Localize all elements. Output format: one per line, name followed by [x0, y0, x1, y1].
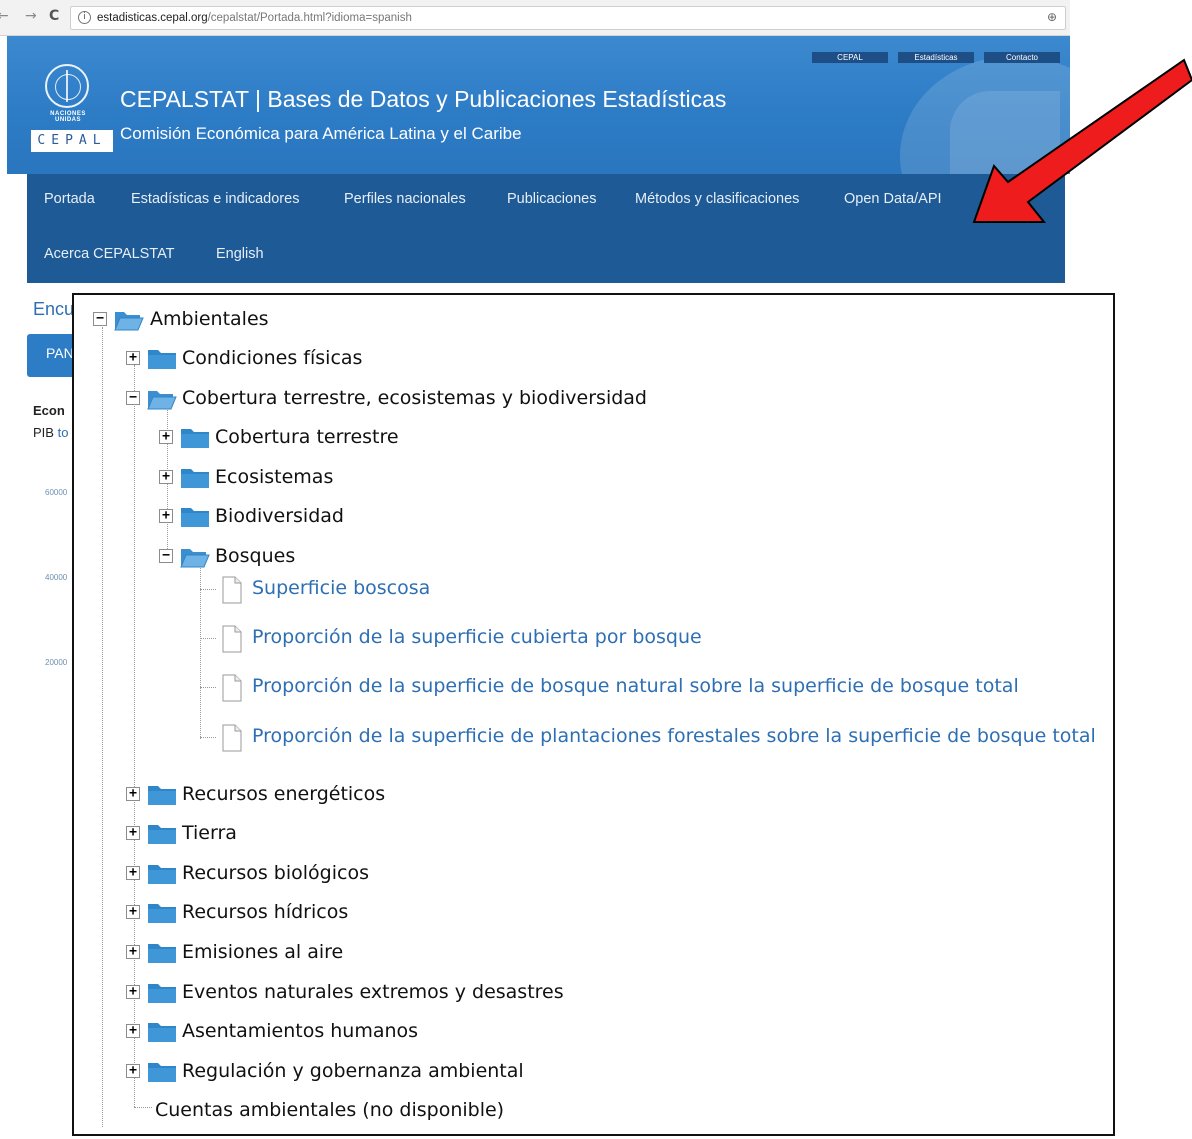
tree-label: Recursos energéticos: [182, 783, 386, 805]
section-heading-fragment: Econ: [33, 403, 65, 418]
axis-tick-label: 60000: [45, 488, 68, 497]
tree-label: Asentamientos humanos: [182, 1020, 419, 1042]
folder-icon: [148, 1063, 176, 1082]
tree-label: Cobertura terrestre, ecosistemas y biodi…: [182, 387, 647, 409]
nav-item-english[interactable]: English: [216, 246, 264, 262]
address-bar[interactable]: i estadisticas.cepal.org/cepalstat/Porta…: [70, 6, 1066, 30]
site-header: CEPAL Estadísticas Contacto NACIONES UNI…: [7, 36, 1070, 174]
url-path: /cepalstat/Portada.html?idioma=spanish: [207, 12, 412, 24]
folder-open-icon: [114, 312, 144, 331]
expand-icon[interactable]: +: [126, 905, 140, 919]
expand-icon[interactable]: +: [126, 351, 140, 365]
nav-item-perfiles[interactable]: Perfiles nacionales: [344, 191, 466, 207]
expand-icon[interactable]: +: [159, 509, 173, 523]
expand-icon[interactable]: +: [126, 1024, 140, 1038]
folder-icon: [181, 508, 209, 527]
expand-icon[interactable]: +: [126, 1064, 140, 1078]
folder-icon: [148, 825, 176, 844]
axis-tick-label: 40000: [45, 573, 68, 582]
category-tree-panel: − Ambientales + Condiciones físicas − Co…: [72, 293, 1115, 1136]
expand-icon[interactable]: +: [159, 470, 173, 484]
document-icon: [222, 625, 242, 653]
indicator-link[interactable]: Proporción de la superficie cubierta por…: [252, 626, 702, 648]
tree-leaf-superficie-boscosa[interactable]: Superficie boscosa: [74, 574, 1104, 604]
nav-item-portada[interactable]: Portada: [44, 191, 95, 207]
browser-toolbar: ← → C i estadisticas.cepal.org/cepalstat…: [0, 0, 1070, 36]
un-emblem-icon: [45, 64, 89, 108]
pib-link[interactable]: to: [58, 425, 69, 440]
tree-label: Eventos naturales extremos y desastres: [182, 981, 564, 1003]
indicator-link[interactable]: Proporción de la superficie de bosque na…: [252, 675, 1019, 697]
tree-leaf-proporcion-cubierta[interactable]: Proporción de la superficie cubierta por…: [74, 623, 1104, 653]
expand-icon[interactable]: +: [126, 945, 140, 959]
forward-icon[interactable]: →: [25, 8, 37, 24]
tree-label: Biodiversidad: [215, 505, 344, 527]
zoom-icon[interactable]: ⊕: [1047, 10, 1057, 24]
folder-icon: [148, 944, 176, 963]
url-text: estadisticas.cepal.org/cepalstat/Portada…: [97, 12, 412, 24]
tree-connector: [134, 1107, 152, 1108]
nav-item-open-data[interactable]: Open Data/API: [844, 191, 942, 207]
folder-icon: [148, 984, 176, 1003]
expand-icon[interactable]: +: [126, 787, 140, 801]
reload-icon[interactable]: C: [49, 8, 59, 24]
document-icon: [222, 576, 242, 604]
tree-label: Cuentas ambientales (no disponible): [155, 1099, 505, 1121]
back-icon[interactable]: ←: [0, 8, 9, 24]
tree-label: Recursos biológicos: [182, 862, 369, 884]
folder-icon: [148, 1023, 176, 1042]
tree-label: Regulación y gobernanza ambiental: [182, 1060, 524, 1082]
folder-open-icon: [180, 549, 210, 568]
site-title: CEPALSTAT | Bases de Datos y Publicacion…: [120, 86, 727, 112]
folder-icon: [181, 429, 209, 448]
pib-text-fragment: PIB to: [33, 425, 68, 440]
expand-icon[interactable]: +: [126, 985, 140, 999]
axis-tick-label: 20000: [45, 658, 68, 667]
document-icon: [222, 724, 242, 752]
page-heading-fragment: Encu: [33, 299, 75, 319]
site-subtitle: Comisión Económica para América Latina y…: [120, 124, 522, 143]
cepal-logo[interactable]: CEPAL: [31, 130, 113, 152]
document-icon: [222, 674, 242, 702]
tree-label: Recursos hídricos: [182, 901, 349, 923]
red-arrow-annotation: [972, 58, 1192, 223]
tab-button-label: PAN: [46, 345, 74, 361]
collapse-icon[interactable]: −: [93, 312, 107, 326]
un-logo-text: NACIONES UNIDAS: [50, 111, 86, 123]
nav-item-publicaciones[interactable]: Publicaciones: [507, 191, 596, 207]
tree-label: Ambientales: [150, 308, 269, 330]
expand-icon[interactable]: +: [159, 430, 173, 444]
expand-icon[interactable]: +: [126, 826, 140, 840]
folder-icon: [148, 865, 176, 884]
folder-icon: [148, 904, 176, 923]
folder-icon: [181, 469, 209, 488]
expand-icon[interactable]: +: [126, 866, 140, 880]
folder-icon: [148, 786, 176, 805]
tree-label: Emisiones al aire: [182, 941, 344, 963]
tree-label: Condiciones físicas: [182, 347, 363, 369]
url-host: estadisticas.cepal.org: [97, 12, 208, 24]
tree-leaf-plantaciones-forestales[interactable]: Proporción de la superficie de plantacio…: [74, 722, 1113, 752]
tree-label: Tierra: [182, 822, 237, 844]
nav-item-metodos[interactable]: Métodos y clasificaciones: [635, 191, 799, 207]
collapse-icon[interactable]: −: [159, 549, 173, 563]
tree-leaf-bosque-natural[interactable]: Proporción de la superficie de bosque na…: [74, 672, 1104, 702]
tree-label: Bosques: [215, 545, 296, 567]
indicator-link[interactable]: Superficie boscosa: [252, 577, 430, 599]
indicator-link[interactable]: Proporción de la superficie de plantacio…: [252, 725, 1096, 747]
top-link-cepal[interactable]: CEPAL: [812, 52, 888, 63]
main-navigation: Portada Estadísticas e indicadores Perfi…: [27, 174, 1065, 283]
nav-item-estadisticas[interactable]: Estadísticas e indicadores: [131, 191, 299, 207]
nav-item-acerca[interactable]: Acerca CEPALSTAT: [44, 246, 175, 262]
collapse-icon[interactable]: −: [126, 391, 140, 405]
tree-label: Cobertura terrestre: [215, 426, 399, 448]
site-info-icon[interactable]: i: [78, 11, 91, 24]
folder-icon: [148, 350, 176, 369]
folder-open-icon: [147, 391, 177, 410]
pib-label: PIB: [33, 425, 58, 440]
tree-label: Ecosistemas: [215, 466, 334, 488]
